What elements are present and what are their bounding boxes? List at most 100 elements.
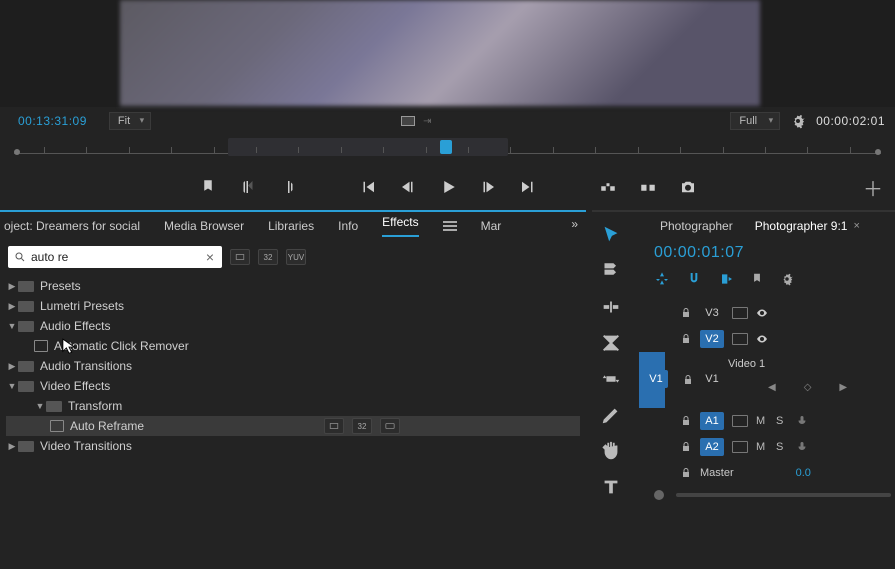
program-monitor-bar: 00:13:31:09 Fit ⇥ Full 00:00:02:01: [0, 107, 895, 135]
effects-panel: oject: Dreamers for social Media Browser…: [0, 210, 586, 569]
step-back-button[interactable]: [399, 178, 417, 196]
mark-in-button[interactable]: [239, 178, 257, 196]
selection-tool[interactable]: [600, 224, 622, 246]
solo-button[interactable]: S: [776, 415, 788, 427]
ripple-edit-tool[interactable]: [600, 296, 622, 318]
lock-icon[interactable]: [680, 333, 692, 345]
sequence-tab-1[interactable]: Photographer 9:1: [755, 219, 848, 233]
track-master[interactable]: Master 0.0: [640, 460, 895, 486]
panel-menu-icon[interactable]: [443, 221, 457, 231]
timeline-settings-icon[interactable]: [780, 272, 794, 286]
tree-audio-transitions[interactable]: ▶Audio Transitions: [6, 356, 580, 376]
safe-margins-icon[interactable]: [401, 116, 415, 126]
track-a1[interactable]: A1 M S: [640, 408, 895, 434]
tab-project[interactable]: oject: Dreamers for social: [4, 219, 140, 233]
add-marker-button[interactable]: [199, 178, 217, 196]
track-label-v2[interactable]: V2: [700, 330, 724, 348]
tree-automatic-click-remover[interactable]: Automatic Click Remover: [6, 336, 580, 356]
timeline-timecode[interactable]: 00:00:01:07: [630, 240, 895, 268]
sequence-tabs: Photographer Photographer 9:1 ×: [630, 212, 895, 240]
accelerated-effects-filter[interactable]: [230, 249, 250, 265]
tree-video-effects[interactable]: ▼Video Effects: [6, 376, 580, 396]
track-v2[interactable]: V2: [640, 326, 895, 352]
extract-button[interactable]: [639, 178, 657, 196]
track-output-icon[interactable]: [732, 307, 748, 319]
track-output-icon[interactable]: [732, 333, 748, 345]
track-label-a2[interactable]: A2: [700, 438, 724, 456]
lock-icon[interactable]: [680, 441, 692, 453]
tree-video-transitions[interactable]: ▶Video Transitions: [6, 436, 580, 456]
lift-button[interactable]: [599, 178, 617, 196]
type-tool[interactable]: [600, 476, 622, 498]
voiceover-icon[interactable]: [796, 415, 808, 427]
solo-button[interactable]: S: [776, 441, 788, 453]
monitor-mode-icon[interactable]: ⇥: [423, 116, 433, 127]
slip-tool[interactable]: [600, 368, 622, 390]
hand-tool[interactable]: [600, 440, 622, 462]
track-label-v3[interactable]: V3: [700, 304, 724, 322]
tab-effects[interactable]: Effects: [382, 215, 418, 237]
source-v1-label[interactable]: V1: [644, 370, 668, 388]
lock-icon[interactable]: [680, 307, 692, 319]
mute-button[interactable]: M: [756, 441, 768, 453]
search-icon: [14, 251, 26, 263]
track-output-icon[interactable]: [732, 441, 748, 453]
tab-info[interactable]: Info: [338, 219, 358, 233]
zoom-scrollbar[interactable]: [676, 493, 891, 497]
track-label-v1[interactable]: V1: [700, 370, 724, 388]
track-headers: V3 V2 V1 V1 Video 1 ◀◇▶ A1 M S: [630, 290, 895, 504]
yuv-filter[interactable]: YUV: [286, 249, 306, 265]
tree-transform[interactable]: ▼Transform: [6, 396, 580, 416]
master-value[interactable]: 0.0: [796, 467, 811, 479]
snap-icon[interactable]: [686, 271, 702, 287]
track-v3[interactable]: V3: [640, 300, 895, 326]
pen-tool[interactable]: [600, 404, 622, 426]
insert-sequence-icon[interactable]: [654, 271, 670, 287]
playback-resolution-select[interactable]: Full: [730, 112, 780, 130]
track-a2[interactable]: A2 M S: [640, 434, 895, 460]
tree-audio-effects[interactable]: ▼Audio Effects: [6, 316, 580, 336]
toggle-track-output-icon[interactable]: [756, 307, 768, 319]
step-forward-button[interactable]: [479, 178, 497, 196]
voiceover-icon[interactable]: [796, 441, 808, 453]
track-select-tool[interactable]: [600, 260, 622, 282]
settings-icon[interactable]: [790, 113, 806, 129]
zoom-level-select[interactable]: Fit: [109, 112, 151, 130]
32bit-filter[interactable]: 32: [258, 249, 278, 265]
clear-search-button[interactable]: ×: [204, 249, 216, 265]
add-marker-icon[interactable]: [750, 272, 764, 286]
tab-markers[interactable]: Mar: [481, 219, 502, 233]
program-navigator[interactable]: [14, 135, 881, 161]
button-editor-icon[interactable]: ＋: [863, 173, 883, 202]
tab-media-browser[interactable]: Media Browser: [164, 219, 244, 233]
tree-presets[interactable]: ▶Presets: [6, 276, 580, 296]
track-v1[interactable]: V1 V1 Video 1 ◀◇▶: [640, 352, 895, 408]
tree-auto-reframe[interactable]: Auto Reframe 32: [6, 416, 580, 436]
close-sequence-icon[interactable]: ×: [853, 220, 859, 232]
tab-libraries[interactable]: Libraries: [268, 219, 314, 233]
timeline-zoom-scroll[interactable]: [640, 486, 895, 504]
keyframe-nav[interactable]: ◀◇▶: [768, 382, 847, 393]
lock-icon[interactable]: [680, 467, 692, 479]
tree-lumetri-presets[interactable]: ▶Lumetri Presets: [6, 296, 580, 316]
sequence-tab-0[interactable]: Photographer: [660, 219, 733, 233]
lock-icon[interactable]: [680, 415, 692, 427]
overflow-tabs-icon[interactable]: »: [571, 217, 578, 231]
mark-out-button[interactable]: [279, 178, 297, 196]
go-to-out-button[interactable]: [519, 178, 537, 196]
effects-search-field[interactable]: ×: [8, 246, 222, 268]
play-button[interactable]: [439, 178, 457, 196]
lock-icon[interactable]: [682, 374, 694, 386]
razor-tool[interactable]: [600, 332, 622, 354]
folder-icon: [18, 281, 34, 292]
effects-search-input[interactable]: [31, 250, 204, 264]
program-timecode-left[interactable]: 00:13:31:09: [18, 114, 87, 128]
track-label-a1[interactable]: A1: [700, 412, 724, 430]
go-to-in-button[interactable]: [359, 178, 377, 196]
track-output-icon[interactable]: [732, 415, 748, 427]
mute-button[interactable]: M: [756, 415, 768, 427]
toggle-track-output-icon[interactable]: [756, 333, 768, 345]
export-frame-button[interactable]: [679, 178, 697, 196]
zoom-handle-left[interactable]: [654, 490, 664, 500]
linked-selection-icon[interactable]: [718, 271, 734, 287]
